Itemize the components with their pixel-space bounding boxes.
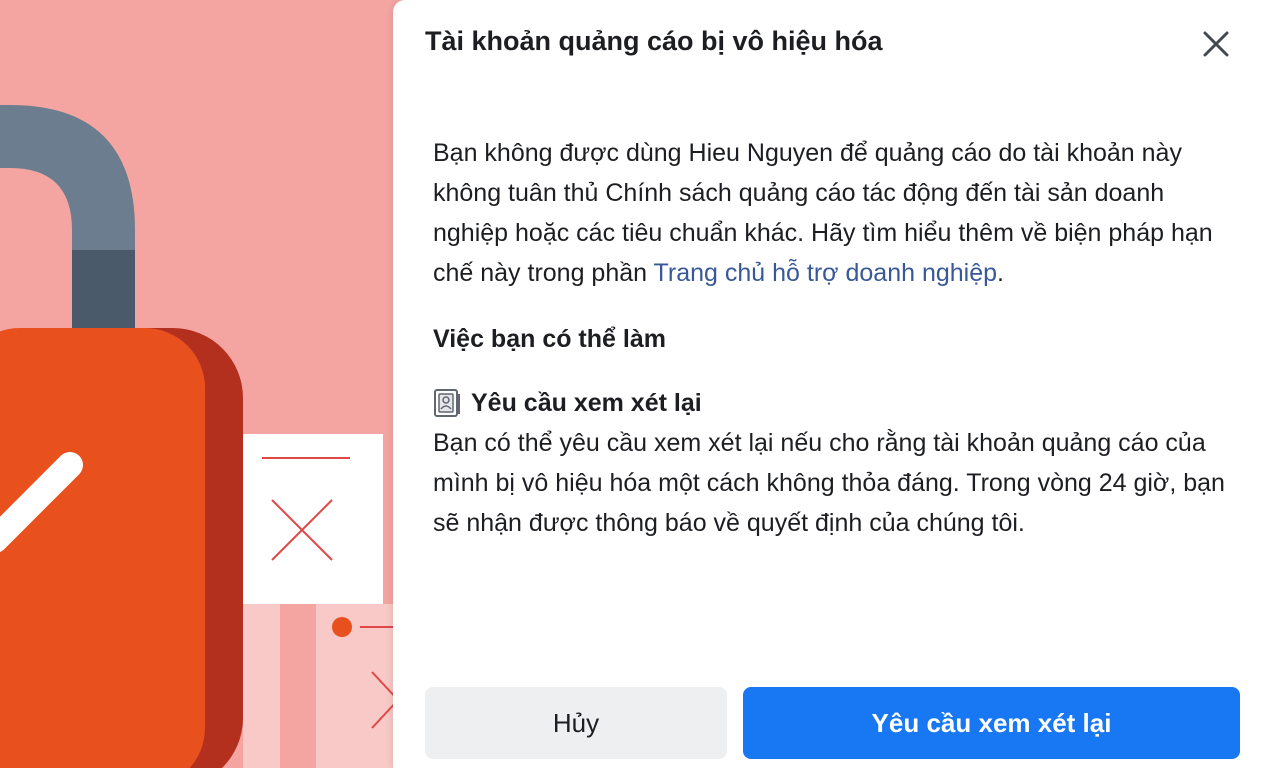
section-heading: Việc bạn có thể làm	[433, 325, 666, 353]
close-button[interactable]	[1199, 27, 1233, 61]
dialog-title: Tài khoản quảng cáo bị vô hiệu hóa	[425, 26, 883, 56]
policy-message: Bạn không được dùng Hieu Nguyen để quảng…	[433, 133, 1233, 293]
policy-message-end: .	[997, 259, 1004, 287]
padlock-illustration	[0, 0, 400, 768]
option-title: Yêu cầu xem xét lại	[433, 383, 1233, 423]
option-title-text: Yêu cầu xem xét lại	[471, 389, 702, 417]
dialog-footer: Hủy Yêu cầu xem xét lại	[425, 687, 1240, 759]
id-card-icon	[434, 389, 460, 417]
request-review-button[interactable]: Yêu cầu xem xét lại	[743, 687, 1240, 759]
disabled-ad-account-dialog: Tài khoản quảng cáo bị vô hiệu hóa Bạn k…	[393, 0, 1261, 768]
business-help-center-link[interactable]: Trang chủ hỗ trợ doanh nghiệp	[654, 259, 997, 287]
lock-body	[0, 328, 205, 768]
dot-marker	[332, 617, 352, 637]
dialog-content: Bạn không được dùng Hieu Nguyen để quảng…	[433, 133, 1233, 543]
close-icon	[1203, 31, 1229, 57]
option-description: Bạn có thể yêu cầu xem xét lại nếu cho r…	[433, 429, 1225, 537]
cancel-button[interactable]: Hủy	[425, 687, 727, 759]
